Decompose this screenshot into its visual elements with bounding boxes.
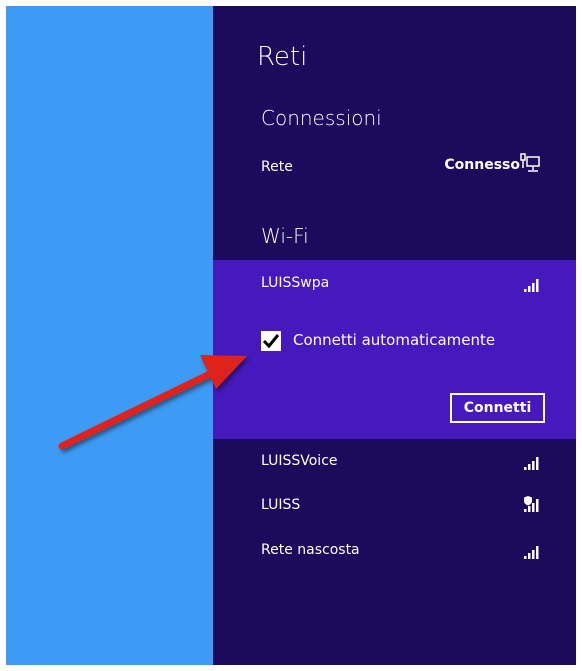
wifi-secured-shield-icon — [524, 496, 539, 512]
network-name: Rete nascosta — [261, 542, 360, 558]
ethernet-name: Rete — [261, 159, 293, 175]
network-name-luisswpa: LUISSwpa — [261, 275, 330, 291]
auto-connect-label[interactable]: Connetti automaticamente — [293, 331, 495, 349]
wifi-signal-icon — [524, 457, 539, 470]
wifi-signal-icon — [524, 279, 539, 292]
network-name: LUISSVoice — [261, 453, 338, 469]
ethernet-status: Connesso — [444, 157, 520, 173]
wifi-signal-icon — [524, 546, 539, 559]
connect-button[interactable]: Connetti — [450, 393, 545, 423]
network-name: LUISS — [261, 497, 301, 513]
networks-panel: Reti Connessioni Rete Connesso Wi-Fi LUI… — [213, 6, 576, 665]
panel-title: Reti — [257, 42, 308, 72]
connections-heading: Connessioni — [261, 106, 382, 130]
checkmark-icon — [262, 334, 280, 349]
wifi-heading: Wi-Fi — [261, 224, 309, 248]
auto-connect-checkbox[interactable] — [261, 331, 281, 351]
ethernet-icon — [520, 153, 540, 172]
desktop-background — [6, 6, 213, 665]
